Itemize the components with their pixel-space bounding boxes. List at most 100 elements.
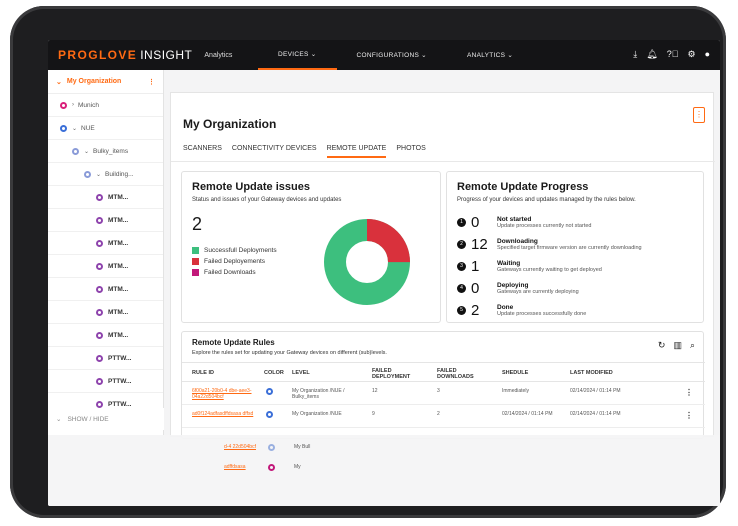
- page-menu-button[interactable]: ⋮: [693, 107, 705, 123]
- nav-configurations[interactable]: CONFIGURATIONS ⌄: [337, 40, 447, 70]
- color-ring-icon: [266, 388, 273, 395]
- table-row[interactable]: 6f00a21-20b0-4 dbe-aee3-04a22d504bcf My …: [182, 383, 705, 405]
- legend-label: Successfull Deployments: [204, 247, 277, 254]
- sidebar-tree-item[interactable]: PTTW...: [48, 370, 163, 393]
- sidebar-tree-item[interactable]: MTM...: [48, 186, 163, 209]
- tree-item-label: Bulky_items: [93, 147, 129, 155]
- header-actions: ⤓ 🔔︎ ?⃝ ⚙︎ ●: [633, 49, 710, 59]
- location-icon: [96, 285, 103, 293]
- tab-scanners[interactable]: SCANNERS: [183, 145, 222, 158]
- help-icon[interactable]: ?⃝: [667, 49, 679, 59]
- location-icon: [60, 101, 67, 109]
- sidebar-tree-item[interactable]: MTM...: [48, 209, 163, 232]
- column-header[interactable]: LEVEL: [292, 370, 310, 376]
- user-icon[interactable]: ●: [705, 49, 710, 59]
- rule-failed-downloads: 2: [437, 411, 440, 417]
- org-root[interactable]: ⌄ My Organization ⋮: [48, 70, 163, 94]
- progress-desc: Gateways currently waiting to get deploy…: [497, 266, 602, 273]
- tree-item-label: MTM...: [108, 331, 129, 339]
- column-header[interactable]: SHEDULE: [502, 370, 528, 376]
- progress-label: Deploying: [497, 281, 529, 289]
- bell-icon[interactable]: 🔔︎: [646, 49, 657, 59]
- sidebar-tree-item[interactable]: ⌄ NUE: [48, 117, 163, 140]
- rule-failed-downloads: 3: [437, 388, 440, 394]
- rule-id-link[interactable]: adffdsasa: [224, 464, 246, 470]
- column-header[interactable]: FAILED DOWNLOADS: [437, 368, 482, 380]
- product-tag: Analytics: [204, 51, 233, 59]
- show-hide-label: SHOW / HIDE: [67, 415, 109, 423]
- sidebar-tree-item[interactable]: MTM...: [48, 278, 163, 301]
- location-icon: [96, 377, 103, 385]
- columns-icon[interactable]: ▥: [673, 340, 682, 351]
- legend-label: Failed Deployements: [204, 258, 266, 265]
- progress-desc: Gateways are currently deploying: [497, 288, 579, 295]
- progress-count: 2: [471, 301, 480, 319]
- legend-swatch: [192, 269, 199, 276]
- tab-connectivity-devices[interactable]: CONNECTIVITY DEVICES: [232, 145, 317, 158]
- progress-label: Waiting: [497, 259, 521, 267]
- row-menu-icon[interactable]: ⋮: [685, 411, 693, 420]
- tab-divider: [171, 161, 715, 162]
- sidebar-tree-item[interactable]: PTTW...: [48, 347, 163, 370]
- rule-level: My Organization /NUE / Bulky_items: [292, 388, 345, 400]
- search-icon[interactable]: ⌕: [690, 340, 695, 351]
- tree-item-label: MTM...: [108, 216, 129, 224]
- column-header[interactable]: RULE ID: [192, 370, 214, 376]
- legend-label: Failed Downloads: [204, 269, 256, 276]
- brand-logo[interactable]: PROGLOVE INSIGHT: [58, 48, 192, 62]
- remote-update-progress-card: Remote Update Progress Progress of your …: [446, 171, 704, 323]
- sidebar-tree-item[interactable]: MTM...: [48, 255, 163, 278]
- progress-desc: Update processes successfully done: [497, 310, 587, 317]
- column-header[interactable]: FAILED DEPLOYMENT: [372, 368, 417, 380]
- rule-id-link[interactable]: d-4 22d504bcf: [224, 444, 264, 450]
- nav-analytics[interactable]: ANALYTICS ⌄: [447, 40, 533, 70]
- rules-toolbar: ↻ ▥ ⌕: [658, 340, 695, 351]
- rule-id-link[interactable]: ad0f124adfasdffdsasa dffsd: [192, 411, 254, 417]
- location-icon: [72, 147, 79, 155]
- tab-photos[interactable]: PHOTOS: [396, 145, 425, 158]
- tab-remote-update[interactable]: REMOTE UPDATE: [326, 145, 387, 158]
- chevron-right-icon[interactable]: ›: [72, 102, 74, 108]
- rule-id-link[interactable]: 6f00a21-20b0-4 dbe-aee3-04a22d504bcf: [192, 388, 254, 400]
- page-title: My Organization: [183, 117, 277, 131]
- rule-color: [266, 411, 273, 420]
- main-nav: DEVICES ⌄ CONFIGURATIONS ⌄ ANALYTICS ⌄: [258, 40, 533, 70]
- sidebar-tree-item[interactable]: MTM...: [48, 324, 163, 347]
- row-menu-icon[interactable]: ⋮: [685, 388, 693, 397]
- org-menu-icon[interactable]: ⋮: [148, 78, 155, 86]
- rule-level: My: [294, 464, 301, 470]
- sidebar-tree-item[interactable]: ⌄ Building...: [48, 163, 163, 186]
- sidebar-tree-item[interactable]: › Munich: [48, 94, 163, 117]
- show-hide-toggle[interactable]: ⌄ SHOW / HIDE: [48, 408, 164, 430]
- settings-icon[interactable]: ⚙︎: [687, 49, 695, 59]
- progress-row: 3 1 Waiting Gateways currently waiting to…: [457, 255, 642, 277]
- location-icon: [96, 331, 103, 339]
- chevron-down-icon[interactable]: ⌄: [96, 171, 101, 178]
- location-icon: [96, 193, 103, 201]
- chevron-down-icon[interactable]: ⌄: [72, 125, 77, 132]
- tree-item-label: PTTW...: [108, 377, 132, 385]
- tree-item-label: MTM...: [108, 308, 129, 316]
- legend-item-success: Successfull Deployments: [192, 247, 277, 254]
- sidebar-tree-item[interactable]: MTM...: [48, 301, 163, 324]
- step-badge: 5: [457, 305, 466, 315]
- issues-donut-chart: [324, 219, 410, 305]
- sidebar-tree-item[interactable]: MTM...: [48, 232, 163, 255]
- legend-item-failed-download: Failed Downloads: [192, 269, 277, 276]
- nav-devices[interactable]: DEVICES ⌄: [258, 40, 337, 70]
- column-header[interactable]: LAST MODIFIED: [570, 370, 613, 376]
- rules-table-header: RULE ID COLOR LEVEL FAILED DEPLOYMENT FA…: [182, 362, 705, 382]
- brand-name: PROGLOVE: [58, 48, 138, 62]
- chevron-down-icon[interactable]: ⌄: [84, 148, 89, 155]
- refresh-icon[interactable]: ↻: [658, 340, 666, 351]
- table-row[interactable]: ad0f124adfasdffdsasa dffsd My Organizati…: [182, 406, 705, 428]
- tree-item-label: Munich: [78, 101, 99, 109]
- rule-last-modified: 02/14/2024 / 01:14 PM: [570, 388, 621, 394]
- rule-level: My Organization /NUE: [292, 411, 342, 417]
- rules-subtitle: Explore the rules set for updating your …: [192, 350, 387, 356]
- download-icon[interactable]: ⤓: [633, 49, 637, 59]
- column-header[interactable]: COLOR: [264, 370, 284, 376]
- faded-rows: d-4 22d504bcf My Bull adffdsasa My: [224, 440, 374, 480]
- remote-update-issues-card: Remote Update issues Status and issues o…: [181, 171, 441, 323]
- sidebar-tree-item[interactable]: ⌄ Bulky_items: [48, 140, 163, 163]
